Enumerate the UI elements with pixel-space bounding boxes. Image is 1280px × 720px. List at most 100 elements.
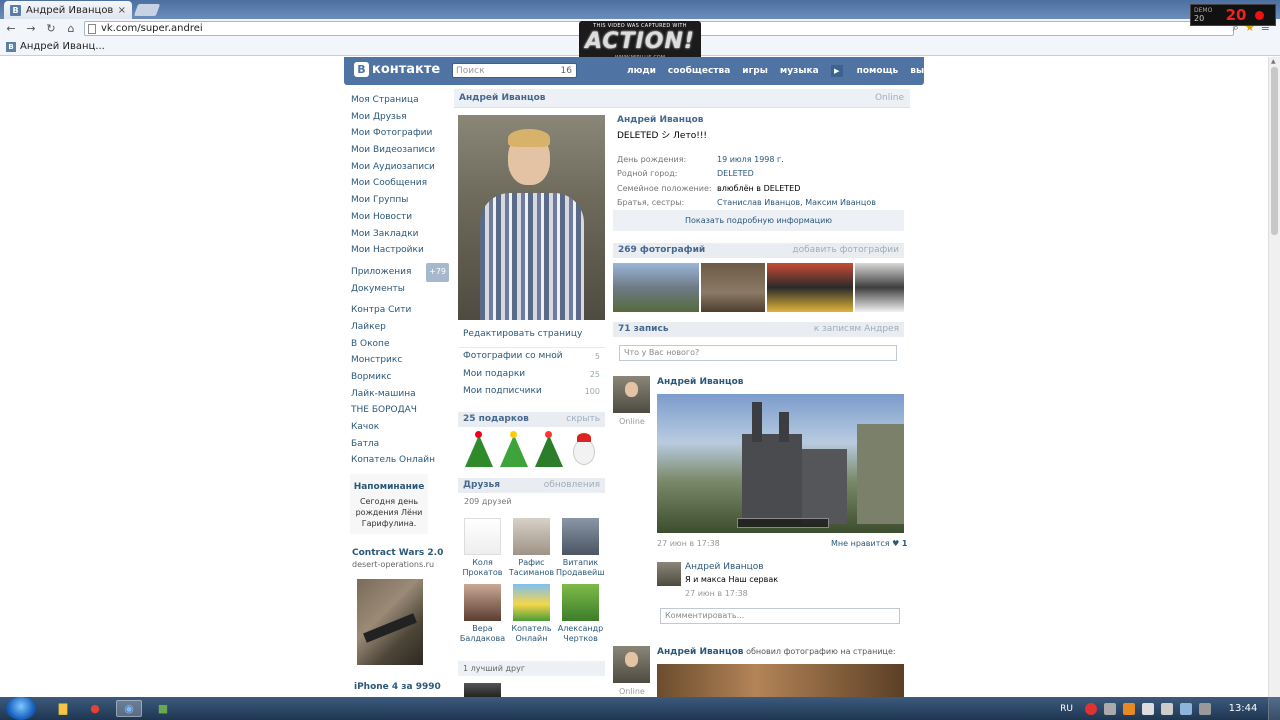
search-input[interactable]: Поиск 16: [452, 63, 577, 78]
reminder-text[interactable]: рождения Лёни: [350, 507, 428, 518]
wall-post-input[interactable]: Что у Вас нового?: [619, 345, 897, 361]
minecraft-icon[interactable]: ■: [150, 700, 176, 717]
gifts-header[interactable]: 25 подарков скрыть: [458, 412, 605, 427]
menu-games[interactable]: игры: [742, 66, 768, 77]
menu-my-page[interactable]: Моя Страница: [351, 92, 449, 109]
add-photos-link[interactable]: добавить фотографии: [792, 243, 899, 258]
menu-communities[interactable]: сообщества: [668, 66, 730, 77]
profile-status[interactable]: DELETED シ Лето!!!: [617, 128, 905, 141]
best-friend-header[interactable]: 1 лучший друг: [458, 661, 605, 676]
gift-dog-icon[interactable]: [567, 431, 600, 469]
photo-thumbnail[interactable]: [767, 263, 853, 312]
gifts-title[interactable]: 25 подарков: [463, 414, 529, 424]
edit-page-link[interactable]: Редактировать страницу: [458, 325, 605, 348]
forward-icon[interactable]: →: [22, 22, 40, 35]
menu-app-item[interactable]: Качок: [351, 419, 449, 436]
friends-updates-link[interactable]: обновления: [544, 478, 600, 493]
post-image[interactable]: [657, 664, 904, 697]
wall-header[interactable]: 71 запись к записям Андрея: [613, 322, 904, 337]
gift-tree-icon[interactable]: [462, 431, 495, 469]
menu-documents[interactable]: Документы: [351, 281, 449, 298]
scroll-thumb[interactable]: [1271, 67, 1278, 235]
menu-app-item[interactable]: Лайкер: [351, 319, 449, 336]
like-button[interactable]: Мне нравится ♥ 1: [831, 539, 907, 548]
network-icon[interactable]: [1180, 702, 1192, 715]
stat-my-followers[interactable]: Мои подписчики 100: [458, 383, 605, 401]
friend-item[interactable]: Александр Чертков: [556, 584, 605, 644]
chrome-icon[interactable]: ●: [82, 700, 108, 717]
menu-my-bookmarks[interactable]: Мои Закладки: [351, 226, 449, 243]
friend-item[interactable]: Коля Прокатов: [458, 518, 507, 578]
menu-people[interactable]: люди: [627, 66, 656, 77]
photos-title[interactable]: 269 фотографий: [618, 245, 705, 255]
menu-my-news[interactable]: Мои Новости: [351, 209, 449, 226]
menu-app-item[interactable]: Копатель Онлайн: [351, 452, 449, 469]
friends-title[interactable]: Друзья: [463, 480, 500, 490]
post-date[interactable]: 27 июн в 17:38: [657, 539, 720, 548]
explorer-icon[interactable]: ▇: [50, 700, 76, 717]
browser-tab[interactable]: В Андрей Иванцов ×: [4, 1, 132, 19]
friend-photo[interactable]: [513, 584, 550, 621]
stat-my-gifts[interactable]: Мои подарки 25: [458, 366, 605, 384]
close-tab-icon[interactable]: ×: [118, 5, 126, 16]
photo-thumbnail[interactable]: [701, 263, 765, 312]
show-more-info-button[interactable]: Показать подробную информацию: [613, 210, 904, 231]
post-author-avatar[interactable]: [613, 646, 650, 683]
friends-header[interactable]: Друзья обновления: [458, 478, 605, 493]
post-author-name[interactable]: Андрей Иванцов: [657, 377, 744, 387]
photo-thumbnail[interactable]: [613, 263, 699, 312]
start-button[interactable]: [6, 697, 36, 720]
ad-block[interactable]: Contract Wars 2.0 desert-operations.ru: [352, 548, 448, 569]
clock[interactable]: 13:44: [1218, 703, 1268, 714]
ad-image[interactable]: [357, 579, 423, 665]
friend-item[interactable]: Копатель Онлайн: [507, 584, 556, 644]
gift-tree-icon[interactable]: [497, 431, 530, 469]
menu-my-audio[interactable]: Мои Аудиозаписи: [351, 159, 449, 176]
menu-app-item[interactable]: Лайк-машина: [351, 386, 449, 403]
menu-app-item[interactable]: Контра Сити: [351, 302, 449, 319]
show-desktop-button[interactable]: [1268, 697, 1280, 720]
tray-flag-icon[interactable]: [1142, 702, 1154, 715]
comment-input[interactable]: Комментировать...: [660, 608, 900, 624]
language-indicator[interactable]: RU: [1060, 704, 1073, 714]
post-image[interactable]: [657, 394, 904, 533]
menu-app-item[interactable]: Батла: [351, 436, 449, 453]
menu-my-videos[interactable]: Мои Видеозаписи: [351, 142, 449, 159]
menu-app-item[interactable]: Вормикс: [351, 369, 449, 386]
profile-avatar[interactable]: [458, 115, 605, 320]
back-icon[interactable]: ←: [2, 22, 20, 35]
friend-item[interactable]: Рафис Тасиманов: [507, 518, 556, 578]
photo-thumbnail[interactable]: [855, 263, 904, 312]
menu-app-item[interactable]: Монстрикс: [351, 352, 449, 369]
wall-link[interactable]: к записям Андрея: [814, 322, 899, 337]
bookmark-item[interactable]: Андрей Иванц...: [20, 41, 105, 52]
tray-app-icon[interactable]: [1085, 702, 1097, 715]
friend-item[interactable]: Витапик Продавейшен: [556, 518, 605, 578]
friend-item[interactable]: Вера Балдакова: [458, 584, 507, 644]
menu-my-photos[interactable]: Мои Фотографии: [351, 125, 449, 142]
menu-app-item[interactable]: THE БОРОДАЧ: [351, 402, 449, 419]
scroll-up-icon[interactable]: ▲: [1271, 58, 1276, 65]
post-author-name[interactable]: Андрей Иванцов: [657, 647, 744, 657]
friend-photo[interactable]: [562, 518, 599, 555]
comment-avatar[interactable]: [657, 562, 681, 586]
comment-author[interactable]: Андрей Иванцов: [685, 562, 764, 572]
post-author-avatar[interactable]: [613, 376, 650, 413]
gifts-hide-link[interactable]: скрыть: [566, 412, 600, 427]
info-value[interactable]: DELETED: [717, 167, 754, 181]
page-scrollbar[interactable]: ▲: [1268, 57, 1280, 697]
reload-icon[interactable]: ↻: [42, 22, 60, 35]
friend-photo[interactable]: [464, 584, 501, 621]
tray-app-icon[interactable]: [1199, 702, 1211, 715]
photos-header[interactable]: 269 фотографий добавить фотографии: [613, 243, 904, 258]
menu-my-friends[interactable]: Мои Друзья: [351, 109, 449, 126]
menu-my-settings[interactable]: Мои Настройки: [351, 242, 449, 259]
tray-tool-icon[interactable]: [1104, 702, 1116, 715]
menu-my-messages[interactable]: Мои Сообщения: [351, 175, 449, 192]
ad-title[interactable]: Contract Wars 2.0: [352, 548, 448, 558]
volume-icon[interactable]: [1161, 702, 1173, 715]
friends-count[interactable]: 209 друзей: [464, 497, 512, 506]
new-tab-button[interactable]: [133, 4, 161, 16]
menu-music[interactable]: музыка: [780, 66, 819, 77]
menu-my-groups[interactable]: Мои Группы: [351, 192, 449, 209]
